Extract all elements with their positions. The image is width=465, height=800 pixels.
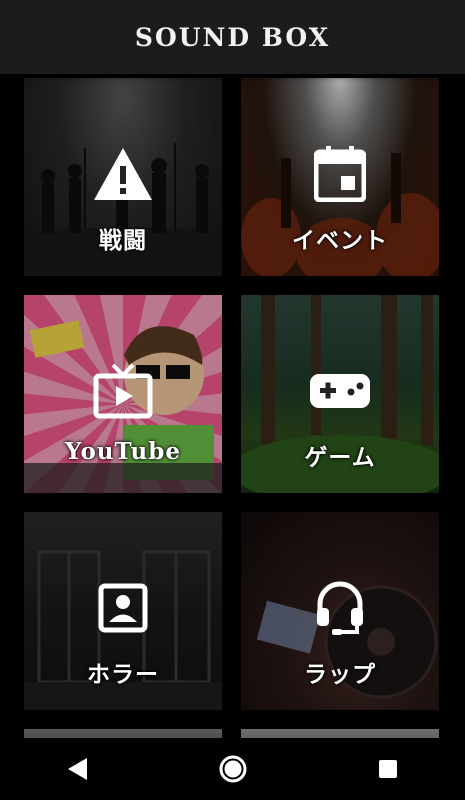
portrait-icon (91, 576, 155, 640)
app-title: SOUND BOX (134, 22, 331, 52)
app-bar: SOUND BOX (0, 0, 465, 74)
tv-play-icon (91, 359, 155, 423)
category-tile-event[interactable]: イベント (241, 78, 439, 276)
category-tile-rap[interactable]: ラップ (241, 512, 439, 710)
tile-label: イベント (292, 227, 388, 254)
tile-label: ラップ (304, 661, 376, 688)
recents-icon (378, 760, 397, 778)
tile-background (241, 729, 439, 738)
category-grid: 戦闘 イベント YouTube ゲーム ホラー ラップ (24, 78, 439, 738)
headphones-icon (308, 576, 372, 640)
category-scroll-area[interactable]: 戦闘 イベント YouTube ゲーム ホラー ラップ (0, 74, 465, 738)
tile-background (24, 729, 222, 738)
category-tile-horror[interactable]: ホラー (24, 512, 222, 710)
tile-label: ゲーム (304, 444, 376, 471)
tile-label: 戦闘 (99, 227, 147, 254)
home-button[interactable] (213, 749, 253, 789)
recents-button[interactable] (368, 749, 408, 789)
category-tile-battle[interactable]: 戦闘 (24, 78, 222, 276)
back-icon (67, 758, 87, 780)
category-tile-partial-right[interactable] (241, 729, 439, 738)
category-tile-youtube[interactable]: YouTube (24, 295, 222, 493)
gamepad-icon (308, 359, 372, 423)
system-navigation-bar (0, 738, 465, 800)
tile-label: ホラー (87, 661, 159, 688)
back-button[interactable] (58, 749, 98, 789)
category-tile-game[interactable]: ゲーム (241, 295, 439, 493)
home-icon (219, 755, 246, 783)
calendar-icon (308, 142, 372, 206)
warning-icon (91, 142, 155, 206)
tile-label: YouTube (65, 438, 181, 465)
category-tile-partial-left[interactable] (24, 729, 222, 738)
